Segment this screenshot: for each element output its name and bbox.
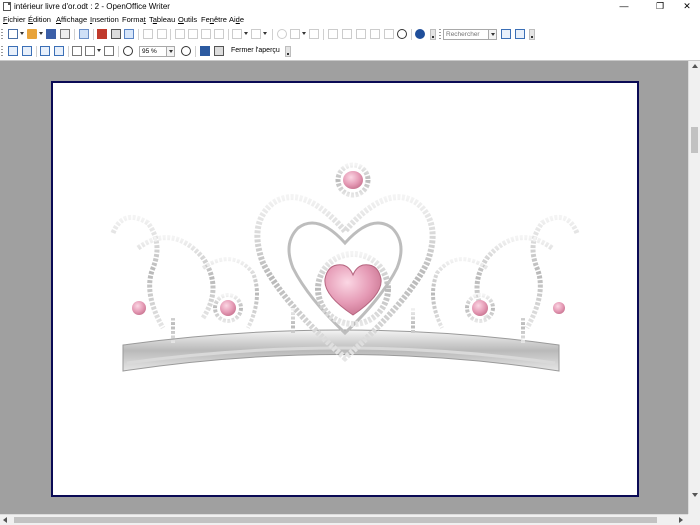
close-window-button[interactable]: ✕ — [672, 0, 700, 13]
zoom-in-icon[interactable] — [123, 46, 133, 56]
show-draw-functions-icon[interactable] — [309, 29, 319, 39]
minimize-button[interactable]: — — [609, 0, 639, 13]
menu-edition[interactable]: Édition — [28, 14, 51, 25]
scroll-right-icon[interactable] — [679, 517, 683, 523]
table-dropdown-arrow-icon[interactable] — [302, 32, 306, 35]
clone-formatting-icon[interactable] — [214, 29, 224, 39]
nonprinting-characters-icon[interactable] — [384, 29, 394, 39]
document-page[interactable] — [51, 81, 639, 497]
tiara-image[interactable] — [53, 83, 637, 495]
horizontal-scrollbar[interactable] — [0, 514, 688, 525]
multiple-pages-dropdown-arrow-icon[interactable] — [97, 49, 101, 52]
menu-fichier[interactable]: Fichier — [3, 14, 26, 25]
toolbar-separator — [118, 46, 119, 57]
document-app-icon — [3, 2, 11, 11]
scrollbar-corner — [688, 514, 700, 525]
restore-button[interactable]: ❐ — [645, 0, 675, 13]
help-icon[interactable] — [415, 29, 425, 39]
menu-aide[interactable]: Aide — [229, 14, 244, 25]
cut-icon[interactable] — [175, 29, 185, 39]
open-dropdown-arrow-icon[interactable] — [39, 32, 43, 35]
toolbar-grip[interactable] — [439, 29, 441, 40]
open-folder-icon[interactable] — [27, 29, 37, 39]
undo-icon[interactable] — [232, 29, 242, 39]
horizontal-scroll-thumb[interactable] — [14, 517, 657, 523]
menu-outils[interactable]: Outils — [178, 14, 197, 25]
print-preview-icon[interactable] — [214, 46, 224, 56]
table-icon[interactable] — [290, 29, 300, 39]
undo-dropdown-arrow-icon[interactable] — [244, 32, 248, 35]
navigator-icon[interactable] — [342, 29, 352, 39]
menu-tableau[interactable]: Tableau — [149, 14, 175, 25]
redo-icon[interactable] — [251, 29, 261, 39]
scroll-down-icon[interactable] — [692, 493, 698, 497]
search-dropdown-button[interactable] — [488, 29, 497, 40]
close-preview-button[interactable]: Fermer l'aperçu — [231, 46, 280, 56]
toolbar-separator — [195, 46, 196, 57]
menu-bar: Fichier Édition Affichage Insertion Form… — [0, 13, 700, 26]
preview-toolbar-overflow-button[interactable] — [285, 46, 291, 57]
new-document-icon[interactable] — [8, 29, 18, 39]
menu-format[interactable]: Format — [122, 14, 146, 25]
full-screen-icon[interactable] — [200, 46, 210, 56]
zoom-out-icon[interactable] — [181, 46, 191, 56]
toolbar-separator — [323, 29, 324, 40]
find-next-icon[interactable] — [501, 29, 511, 39]
find-previous-icon[interactable] — [515, 29, 525, 39]
window-title: intérieur livre d'or.odt : 2 - OpenOffic… — [14, 2, 170, 11]
auto-spellcheck-icon[interactable] — [157, 29, 167, 39]
save-icon[interactable] — [46, 29, 56, 39]
page-preview-icon[interactable] — [124, 29, 134, 39]
title-bar: intérieur livre d'or.odt : 2 - OpenOffic… — [0, 0, 700, 13]
toolbar-separator — [74, 29, 75, 40]
previous-page-icon[interactable] — [8, 46, 18, 56]
export-pdf-icon[interactable] — [97, 29, 107, 39]
toolbar-separator — [68, 46, 69, 57]
email-icon[interactable] — [60, 29, 70, 39]
find-replace-icon[interactable] — [328, 29, 338, 39]
edit-file-icon[interactable] — [79, 29, 89, 39]
document-workspace — [0, 61, 688, 514]
zoom-icon[interactable] — [397, 29, 407, 39]
chevron-down-icon — [169, 50, 173, 53]
two-pages-icon[interactable] — [72, 46, 82, 56]
toolbar-grip[interactable] — [1, 46, 3, 57]
chevron-down-icon — [491, 33, 495, 36]
menu-affichage[interactable]: Affichage — [56, 14, 87, 25]
new-dropdown-arrow-icon[interactable] — [20, 32, 24, 35]
next-page-icon[interactable] — [22, 46, 32, 56]
multiple-pages-icon[interactable] — [85, 46, 95, 56]
toolbar-grip[interactable] — [1, 29, 3, 40]
print-icon[interactable] — [111, 29, 121, 39]
zoom-dropdown-button[interactable] — [166, 46, 175, 57]
document-end-icon[interactable] — [54, 46, 64, 56]
toolbar-separator — [138, 29, 139, 40]
document-start-icon[interactable] — [40, 46, 50, 56]
toolbar-separator — [411, 29, 412, 40]
search-toolbar-overflow-button[interactable] — [529, 29, 535, 40]
gallery-icon[interactable] — [356, 29, 366, 39]
toolbar-separator — [93, 29, 94, 40]
data-sources-icon[interactable] — [370, 29, 380, 39]
toolbar-overflow-button[interactable] — [430, 29, 436, 40]
toolbar-separator — [272, 29, 273, 40]
paste-icon[interactable] — [201, 29, 211, 39]
copy-icon[interactable] — [188, 29, 198, 39]
page-preview-toolbar: Fermer l'aperçu — [0, 43, 700, 61]
spellcheck-icon[interactable] — [143, 29, 153, 39]
menu-insertion[interactable]: Insertion — [90, 14, 119, 25]
hyperlink-icon[interactable] — [277, 29, 287, 39]
book-preview-icon[interactable] — [104, 46, 114, 56]
menu-fenetre[interactable]: Fenêtre — [201, 14, 227, 25]
scroll-up-icon[interactable] — [692, 64, 698, 68]
toolbar-separator — [228, 29, 229, 40]
standard-toolbar — [0, 26, 700, 43]
toolbar-separator — [170, 29, 171, 40]
scroll-left-icon[interactable] — [3, 517, 7, 523]
toolbar-separator — [36, 46, 37, 57]
vertical-scroll-thumb[interactable] — [691, 127, 698, 153]
vertical-scrollbar[interactable] — [688, 61, 700, 514]
redo-dropdown-arrow-icon[interactable] — [263, 32, 267, 35]
